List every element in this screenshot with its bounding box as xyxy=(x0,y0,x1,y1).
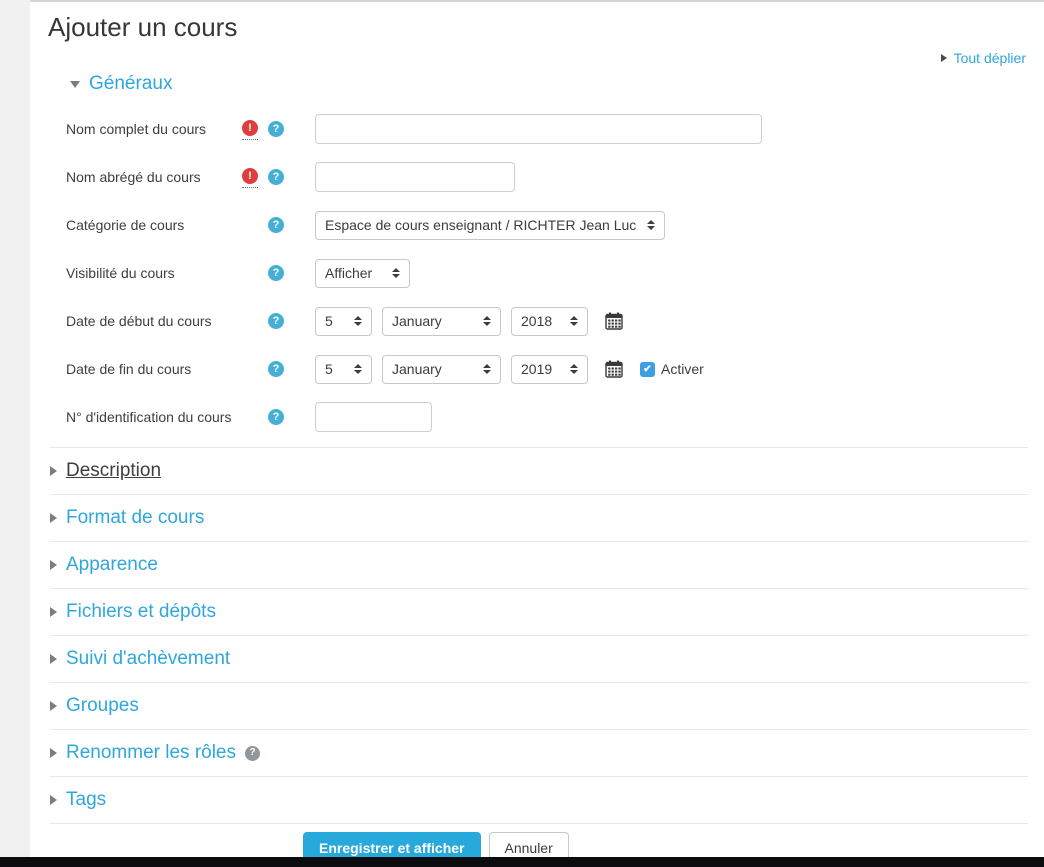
select-arrows-icon xyxy=(647,220,655,230)
calendar-icon[interactable] xyxy=(605,312,623,330)
chevron-right-icon[interactable] xyxy=(50,748,57,758)
form-row-category: Catégorie de cours ? Espace de cours ens… xyxy=(50,201,1028,249)
section-groups-link[interactable]: Groupes xyxy=(66,695,139,717)
form-row-idnumber: N° d'identification du cours ? xyxy=(50,393,1028,441)
startdate-year-select[interactable]: 2018 xyxy=(511,307,588,336)
section-rename-roles: Renommer les rôles ? xyxy=(50,730,1028,777)
help-icon[interactable]: ? xyxy=(268,409,284,425)
section-completion-tracking-link[interactable]: Suivi d'achèvement xyxy=(66,648,230,670)
shortname-input[interactable] xyxy=(315,162,515,192)
chevron-down-icon[interactable] xyxy=(70,81,80,88)
startdate-month-select[interactable]: January xyxy=(382,307,501,336)
page-title: Ajouter un cours xyxy=(48,12,1044,43)
section-tags-link[interactable]: Tags xyxy=(66,789,106,811)
form-row-shortname: Nom abrégé du cours ! ? xyxy=(50,153,1028,201)
calendar-icon[interactable] xyxy=(605,360,623,378)
field-label: Nom complet du cours xyxy=(66,121,242,137)
help-icon[interactable]: ? xyxy=(268,313,284,329)
visibility-select[interactable]: Afficher xyxy=(315,259,410,288)
enable-checkbox-label[interactable]: Activer xyxy=(661,361,704,377)
select-arrows-icon xyxy=(483,364,491,374)
chevron-right-icon xyxy=(941,54,947,62)
section-general-link[interactable]: Généraux xyxy=(89,73,172,95)
startdate-day-select[interactable]: 5 xyxy=(315,307,372,336)
section-appearance-link[interactable]: Apparence xyxy=(66,554,158,576)
section-general-header: Généraux xyxy=(70,73,1028,95)
chevron-right-icon[interactable] xyxy=(50,607,57,617)
help-icon[interactable]: ? xyxy=(268,361,284,377)
select-arrows-icon xyxy=(354,316,362,326)
select-arrows-icon xyxy=(483,316,491,326)
category-select[interactable]: Espace de cours enseignant / RICHTER Jea… xyxy=(315,211,665,240)
fullname-input[interactable] xyxy=(315,114,762,144)
form-row-startdate: Date de début du cours ? 5 January 2018 xyxy=(50,297,1028,345)
page-left-gutter xyxy=(0,0,30,857)
select-arrows-icon xyxy=(570,364,578,374)
section-general: Généraux Nom complet du cours ! ? Nom ab… xyxy=(50,73,1028,448)
section-groups: Groupes xyxy=(50,683,1028,730)
expand-all-link[interactable]: Tout déplier xyxy=(954,50,1026,66)
section-description-link[interactable]: Description xyxy=(66,460,161,482)
help-icon[interactable]: ? xyxy=(268,217,284,233)
expand-all-toggle[interactable]: Tout déplier xyxy=(941,50,1026,66)
desktop-background-strip xyxy=(0,857,1044,867)
enddate-day-select[interactable]: 5 xyxy=(315,355,372,384)
help-icon[interactable]: ? xyxy=(268,121,284,137)
field-label: Catégorie de cours xyxy=(66,217,242,233)
help-icon[interactable]: ? xyxy=(268,265,284,281)
select-arrows-icon xyxy=(570,316,578,326)
section-files-uploads: Fichiers et dépôts xyxy=(50,589,1028,636)
section-completion-tracking: Suivi d'achèvement xyxy=(50,636,1028,683)
section-appearance: Apparence xyxy=(50,542,1028,589)
form-row-visibility: Visibilité du cours ? Afficher xyxy=(50,249,1028,297)
select-arrows-icon xyxy=(354,364,362,374)
chevron-right-icon[interactable] xyxy=(50,560,57,570)
section-tags: Tags xyxy=(50,777,1028,824)
section-course-format-link[interactable]: Format de cours xyxy=(66,507,204,529)
field-label: Date de début du cours xyxy=(66,313,242,329)
help-icon[interactable]: ? xyxy=(268,169,284,185)
field-label: Nom abrégé du cours xyxy=(66,169,242,185)
field-label: Visibilité du cours xyxy=(66,265,242,281)
chevron-right-icon[interactable] xyxy=(50,513,57,523)
chevron-right-icon[interactable] xyxy=(50,466,57,476)
field-label: N° d'identification du cours xyxy=(66,409,242,425)
enable-checkbox[interactable]: ✔ xyxy=(640,362,655,377)
idnumber-input[interactable] xyxy=(315,402,432,432)
form-row-fullname: Nom complet du cours ! ? xyxy=(50,105,1028,153)
chevron-right-icon[interactable] xyxy=(50,701,57,711)
required-icon: ! xyxy=(242,166,258,188)
section-course-format: Format de cours xyxy=(50,495,1028,542)
section-files-uploads-link[interactable]: Fichiers et dépôts xyxy=(66,601,216,623)
required-icon: ! xyxy=(242,118,258,140)
course-form-page: Ajouter un cours Tout déplier Généraux N… xyxy=(30,2,1044,857)
select-arrows-icon xyxy=(392,268,400,278)
enddate-month-select[interactable]: January xyxy=(382,355,501,384)
section-description: Description xyxy=(50,448,1028,495)
chevron-right-icon[interactable] xyxy=(50,795,57,805)
chevron-right-icon[interactable] xyxy=(50,654,57,664)
section-rename-roles-link[interactable]: Renommer les rôles xyxy=(66,742,236,764)
help-icon[interactable]: ? xyxy=(245,746,260,761)
form-row-enddate: Date de fin du cours ? 5 January 2019 xyxy=(50,345,1028,393)
field-label: Date de fin du cours xyxy=(66,361,242,377)
enddate-year-select[interactable]: 2019 xyxy=(511,355,588,384)
